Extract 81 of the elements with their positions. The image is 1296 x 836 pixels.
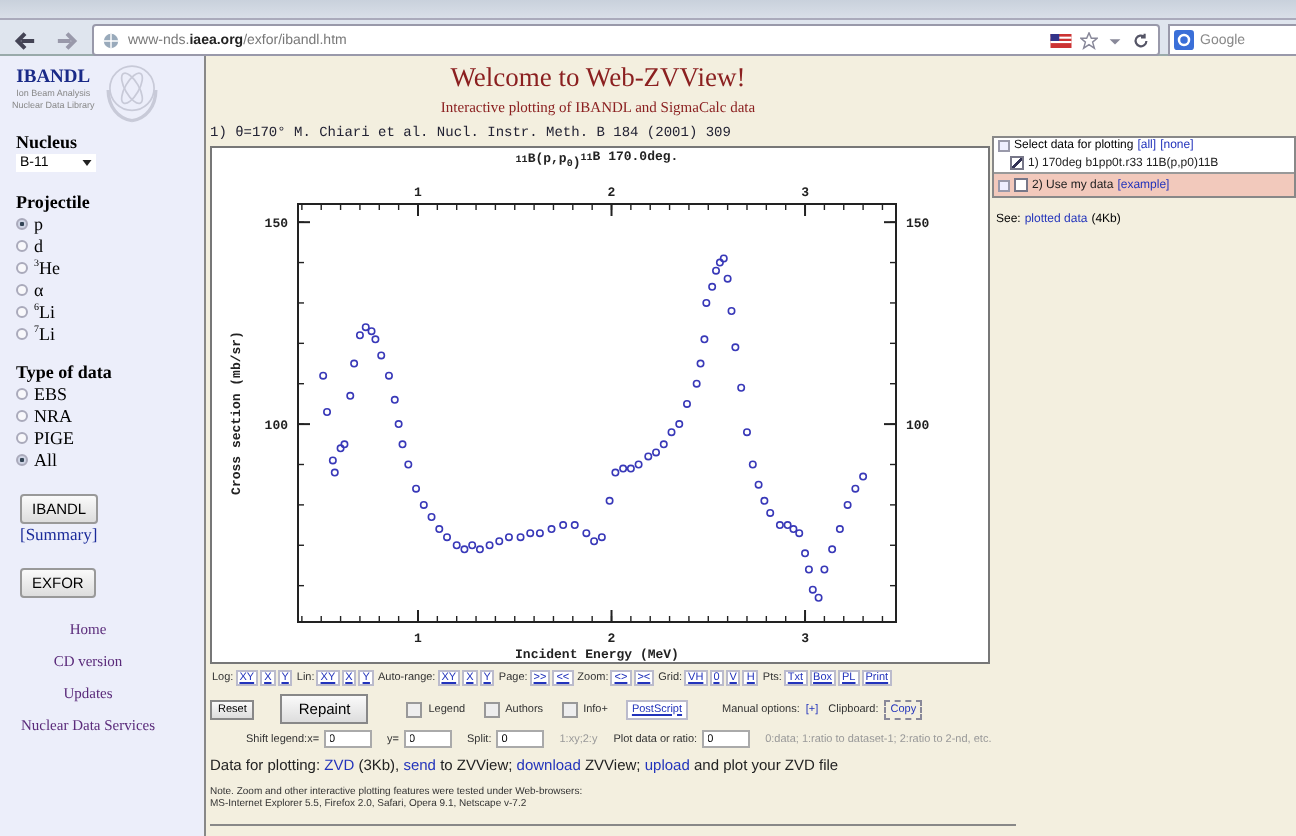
data-point — [605, 496, 614, 505]
data-point — [820, 565, 829, 574]
checkbox[interactable] — [1014, 178, 1028, 192]
toggle-box[interactable] — [998, 179, 1010, 191]
radio-label: α — [34, 279, 44, 299]
data-point — [419, 500, 428, 509]
radio-button[interactable] — [16, 261, 28, 273]
data-point — [377, 351, 386, 360]
radio-button[interactable] — [16, 387, 28, 399]
section-label: Nucleus — [16, 132, 78, 152]
data-point — [766, 508, 775, 517]
back-icon[interactable] — [14, 29, 36, 51]
radio-label: p — [34, 213, 43, 233]
data-point — [683, 399, 691, 408]
section-label: Projectile — [16, 192, 90, 212]
data-point — [350, 359, 359, 368]
data-point — [804, 565, 813, 574]
data-point — [737, 383, 746, 392]
radio-label: $^{6}$Li — [34, 301, 55, 321]
checkbox[interactable] — [483, 701, 500, 717]
radio-button[interactable] — [16, 409, 28, 421]
data-point — [330, 468, 339, 477]
data-point — [743, 428, 751, 437]
caret-icon — [82, 160, 92, 166]
data-point — [859, 472, 868, 481]
data-point — [760, 496, 769, 505]
globe-icon — [102, 31, 120, 49]
data-point — [700, 335, 709, 344]
data-point — [723, 274, 732, 283]
summary-link[interactable]: [Summary] — [20, 524, 98, 544]
radio-label: All — [34, 449, 58, 469]
reload-icon[interactable] — [1132, 31, 1150, 49]
data-point — [692, 379, 701, 388]
page-title: Welcome to Web-ZVView! — [450, 62, 746, 94]
data-point — [801, 549, 810, 558]
data-point — [843, 500, 852, 509]
flag-icon — [1050, 33, 1072, 47]
data-point — [851, 484, 860, 493]
radio-button[interactable] — [16, 217, 28, 229]
radio-label: $^{3}$He — [34, 257, 60, 277]
radio-label: d — [34, 235, 43, 255]
data-point — [404, 460, 413, 469]
toggle-box[interactable] — [998, 140, 1010, 152]
radio-button[interactable] — [16, 239, 28, 251]
data-point — [547, 525, 556, 534]
data-point — [702, 298, 711, 307]
data-point — [398, 440, 407, 449]
data-point — [412, 484, 421, 493]
checkbox[interactable] — [561, 701, 578, 717]
data-point — [828, 545, 837, 554]
data-point — [323, 408, 332, 416]
data-point — [390, 395, 399, 404]
radio-button[interactable] — [16, 453, 28, 465]
data-point — [319, 371, 328, 380]
checkbox[interactable] — [406, 701, 423, 717]
star-icon[interactable] — [1080, 31, 1098, 49]
data-point — [754, 480, 763, 489]
data-point — [394, 420, 403, 429]
search-engine-icon — [1174, 30, 1194, 50]
radio-label: NRA — [34, 405, 73, 425]
data-point — [708, 282, 717, 291]
radio-button[interactable] — [16, 327, 28, 339]
data-point — [427, 513, 436, 521]
data-point — [346, 391, 355, 400]
radio-label: $^{7}$Li — [34, 323, 55, 343]
section-label: Type of data — [16, 362, 112, 382]
radio-button[interactable] — [16, 431, 28, 443]
radio-button[interactable] — [16, 305, 28, 317]
checkbox[interactable] — [1010, 156, 1024, 170]
data-point — [696, 359, 705, 368]
radio-button[interactable] — [16, 283, 28, 295]
logo-title[interactable]: IBANDL — [16, 68, 91, 88]
data-point — [748, 460, 757, 469]
data-point — [727, 307, 736, 316]
data-point — [384, 371, 393, 380]
data-point — [731, 343, 740, 352]
data-point — [328, 456, 337, 465]
forward-icon[interactable] — [56, 29, 78, 51]
data-point — [835, 525, 844, 534]
radio-label: EBS — [34, 383, 68, 403]
radio-label: PIGE — [34, 427, 74, 447]
